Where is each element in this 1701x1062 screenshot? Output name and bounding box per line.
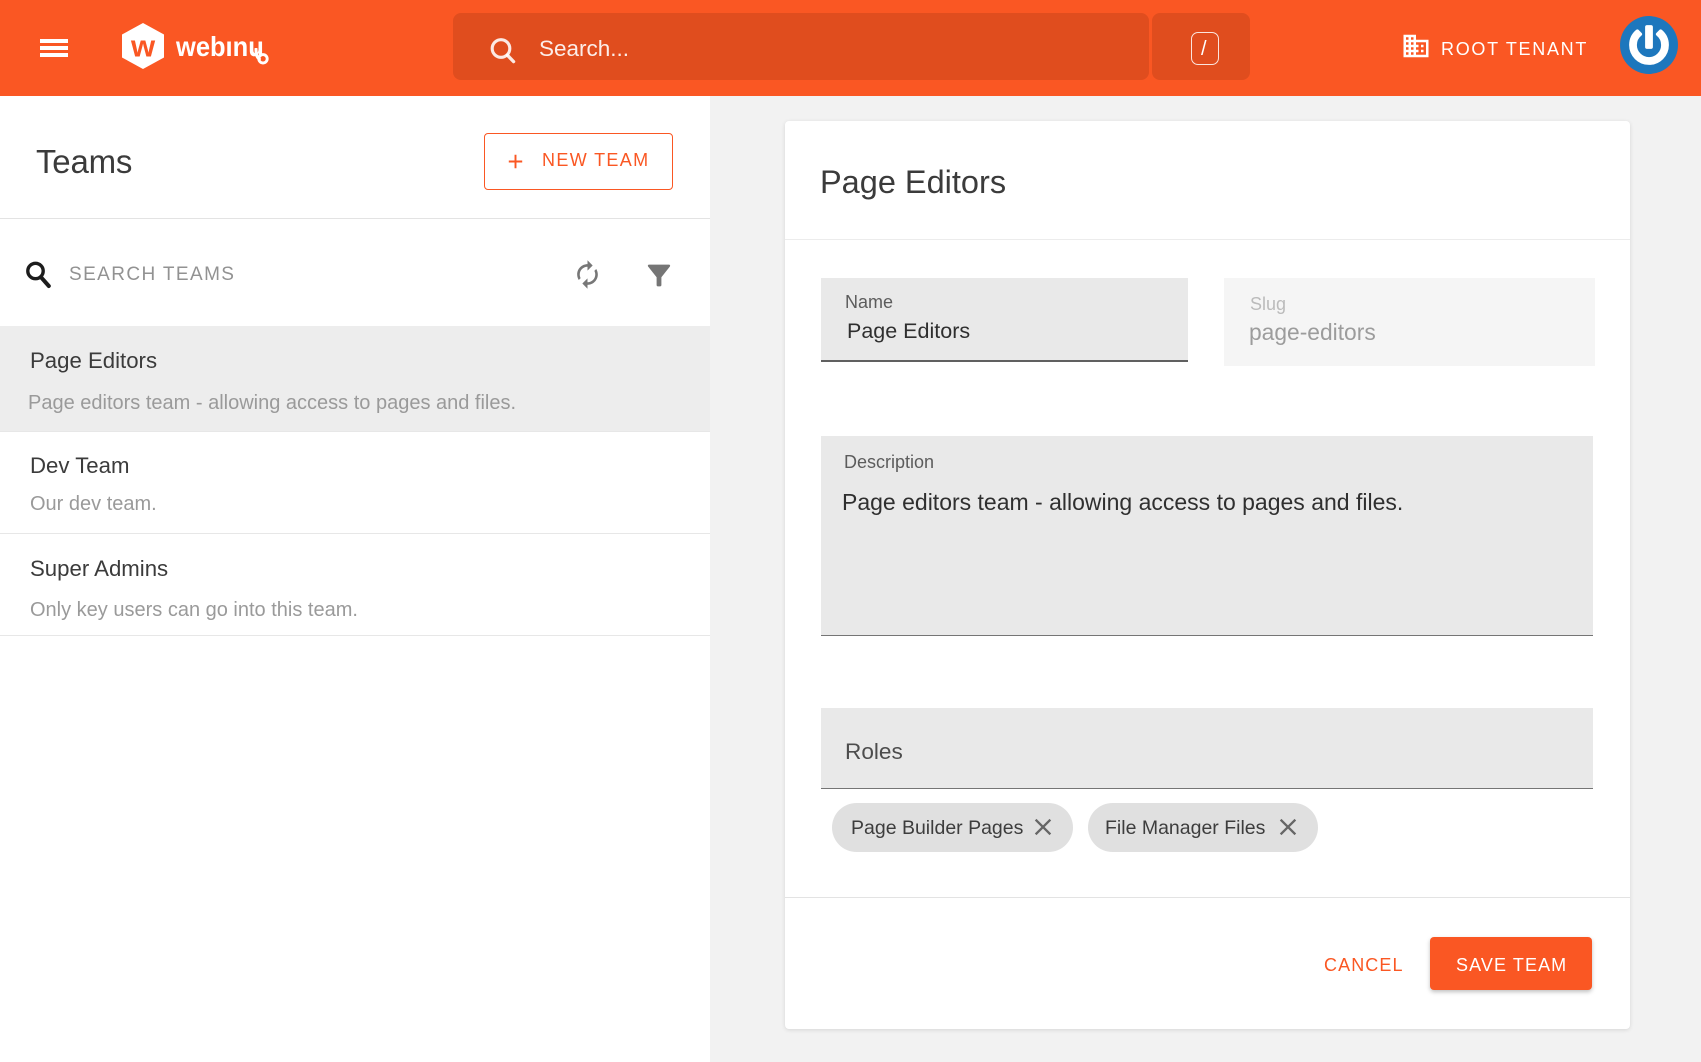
svg-text:w: w [130, 29, 156, 64]
